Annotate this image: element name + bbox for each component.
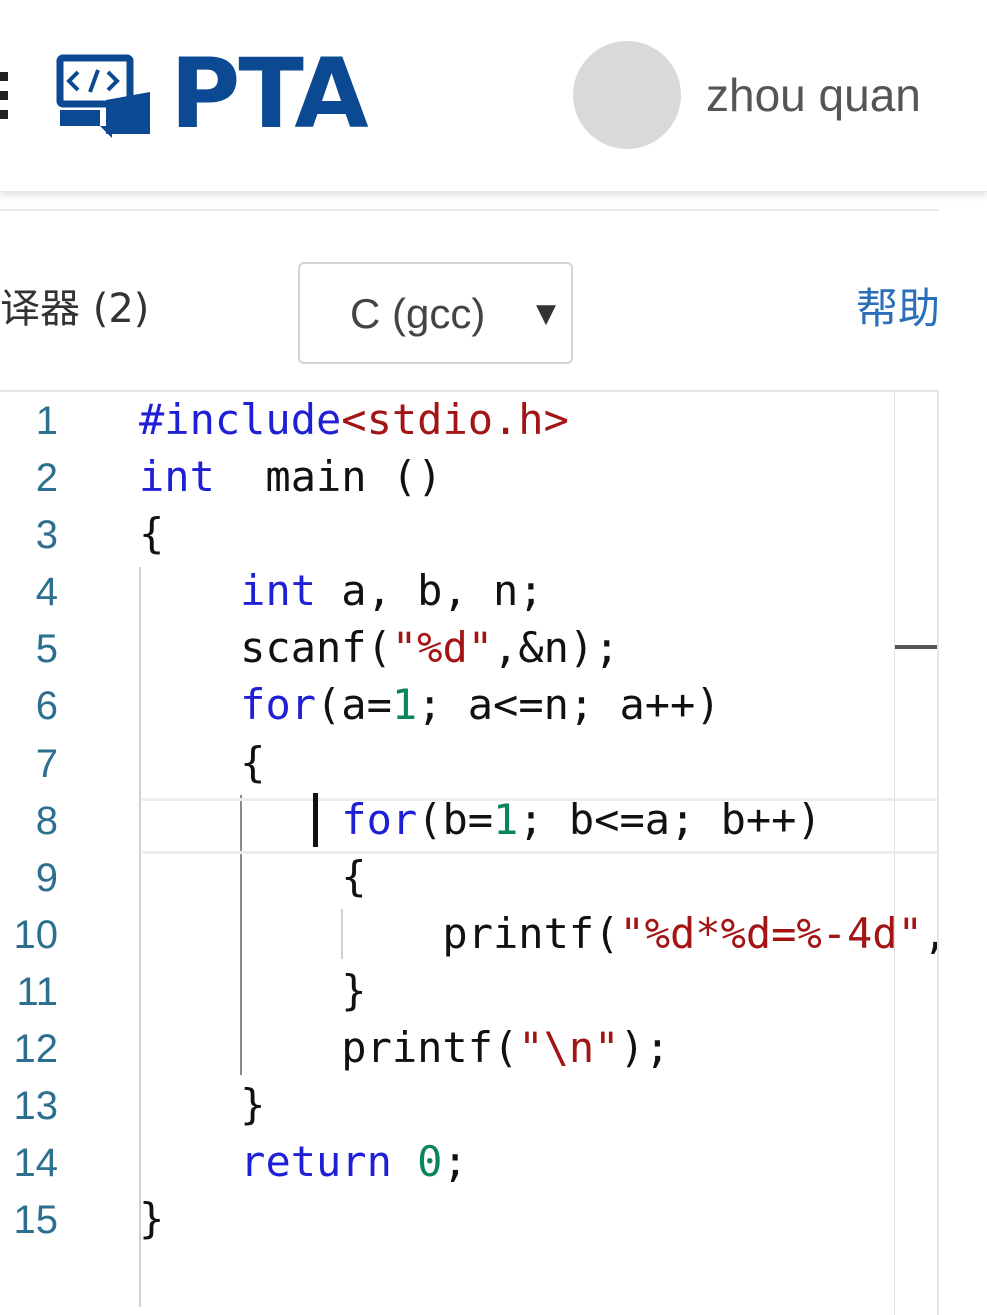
code-line[interactable]: 8 for(b=1; b<=a; b++) [0,792,937,854]
code-line[interactable]: 13 } [0,1077,937,1134]
code-text: int main () [139,449,442,505]
code-token: } [139,1080,266,1130]
line-number: 6 [35,684,58,729]
line-number: 15 [13,1198,59,1243]
code-text: { [139,506,164,562]
code-editor[interactable]: 1 #include<stdio.h> 2 int main () 3{4 int a,… [0,390,939,1315]
caret-down-icon: ▼ [536,299,556,329]
code-text: int a, b, n; [139,563,544,619]
compiler-label: 译器 (2) [0,286,150,332]
logo-text[interactable]: PTA [170,44,369,144]
code-token: (a= [316,680,392,730]
code-text: } [139,963,367,1019]
code-token: main () [214,452,443,502]
code-token: } [139,1194,165,1244]
code-token: for [240,680,317,730]
code-token: for [341,794,418,844]
code-token: ,&n); [493,623,620,673]
code-text: for(a=1; a<=n; a++) [139,677,721,733]
code-token: "%d" [391,623,494,673]
code-line[interactable]: 3{ [0,506,937,563]
code-token: { [139,737,266,787]
line-number: 3 [35,513,58,558]
code-text: for(b=1; b<=a; b++) [139,792,822,848]
code-token: scanf( [139,623,392,673]
code-lines: 1 #include<stdio.h> 2 int main () 3{4 int a,… [0,392,937,1248]
code-line[interactable]: 15} [0,1191,937,1248]
username[interactable]: zhou quan [706,66,921,124]
code-text: return 0; [139,1134,468,1190]
code-token: printf( [139,1023,519,1073]
code-line[interactable]: 14 return 0; [0,1134,937,1191]
code-text: #include<stdio.h> [139,392,569,448]
code-line[interactable]: 2 int main () [0,449,937,506]
line-number: 4 [35,570,58,615]
code-token: ; b<=a; b++) [518,794,822,844]
code-line[interactable]: 5 scanf("%d",&n); [0,620,937,677]
code-token: 1 [391,680,418,730]
line-number: 12 [13,1027,59,1072]
code-token: int [240,566,317,616]
code-token: #include [139,395,342,444]
code-text: scanf("%d",&n); [139,620,619,676]
code-token: 0 [417,1137,443,1187]
code-token: } [139,965,367,1015]
line-number: 2 [35,456,58,501]
code-line[interactable]: 12 printf("\n"); [0,1020,937,1077]
code-token: { [139,851,367,901]
code-bracket-icon [56,54,150,138]
code-token: int [139,452,215,502]
code-token: <stdio.h> [341,395,569,444]
code-line[interactable]: 1 #include<stdio.h> [0,392,937,449]
menu-icon[interactable] [0,72,8,120]
text-cursor [313,793,318,847]
code-text: printf("\n"); [139,1020,670,1076]
top-header: PTA zhou quan [0,0,987,192]
divider [0,209,939,211]
line-number: 10 [13,912,59,957]
code-line[interactable]: 6 for(a=1; a<=n; a++) [0,677,937,734]
code-token: return [240,1137,392,1187]
line-number: 11 [16,969,58,1014]
code-line[interactable]: 10 printf("%d*%d=%-4d", [0,906,938,963]
language-select[interactable]: C (gcc) ▼ [298,262,573,364]
code-token: ); [619,1023,671,1073]
code-line[interactable]: 7 { [0,735,937,792]
line-number: 1 [35,399,58,443]
help-link[interactable]: 帮助 [856,284,940,334]
code-text: { [139,735,265,791]
language-select-value: C (gcc) [350,290,486,337]
code-text: { [139,849,367,905]
code-line[interactable]: 4 int a, b, n; [0,563,937,620]
code-text: } [139,1077,265,1133]
code-token: a, b, n; [316,566,544,616]
avatar[interactable] [573,41,681,149]
line-number: 8 [35,798,58,843]
code-token: { [139,509,165,559]
code-token: "%d*%d=%-4d" [619,908,923,958]
code-line[interactable]: 9 { [0,849,937,906]
line-number: 5 [35,627,58,672]
line-number: 13 [13,1084,59,1129]
code-text: printf("%d*%d=%-4d", [139,906,937,962]
code-token: printf( [139,908,620,958]
code-token: , [923,909,937,958]
code-token: (b= [417,794,494,844]
code-line[interactable]: 11 } [0,963,937,1020]
line-number: 14 [13,1141,59,1186]
line-number: 7 [35,741,58,786]
code-token: 1 [493,794,519,844]
code-token: ; a<=n; a++) [417,680,721,730]
code-token: ; [442,1137,468,1187]
code-text: } [139,1191,164,1247]
line-number: 9 [35,855,58,900]
code-token: "\n" [518,1023,620,1073]
